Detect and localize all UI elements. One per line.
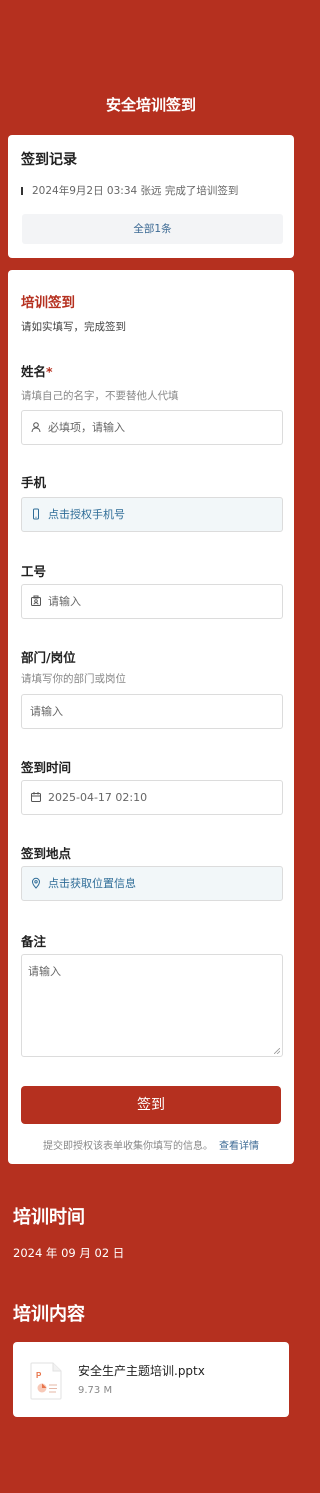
resize-handle-icon[interactable] [274, 1048, 280, 1054]
calendar-icon [31, 792, 41, 802]
page-title: 安全培训签到 [105, 96, 196, 114]
remark-label: 备注 [21, 934, 47, 949]
record-item: 2024年9月2日 03:34 张远 完成了培训签到 [21, 183, 238, 198]
employee-id-placeholder: 请输入 [48, 595, 81, 608]
name-hint: 请填自己的名字，不要替他人代填 [21, 390, 179, 402]
location-pin-icon [31, 877, 41, 889]
location-action-text: 点击获取位置信息 [48, 877, 136, 890]
view-all-records-button[interactable]: 全部1条 [22, 214, 283, 244]
training-time-heading: 培训时间 [13, 1207, 85, 1228]
phone-label: 手机 [21, 475, 47, 490]
training-content-heading: 培训内容 [13, 1304, 85, 1325]
training-time-value: 2024 年 09 月 02 日 [13, 1246, 125, 1260]
authorize-phone-button[interactable]: 点击授权手机号 [21, 497, 283, 532]
file-size: 9.73 M [78, 1385, 113, 1396]
name-label: 姓名* [21, 361, 53, 380]
file-name: 安全生产主题培训.pptx [78, 1364, 205, 1378]
pptx-file-icon: P [30, 1362, 62, 1400]
checkin-time-value: 2025-04-17 02:10 [48, 791, 148, 804]
checkin-time-label: 签到时间 [21, 760, 72, 775]
form-title: 培训签到 [21, 295, 75, 311]
department-input[interactable]: 请输入 [21, 694, 283, 729]
employee-id-input[interactable]: 请输入 [21, 584, 283, 619]
name-input[interactable]: 必填项，请输入 [21, 410, 283, 445]
id-card-icon [31, 595, 41, 606]
record-text: 2024年9月2日 03:34 张远 完成了培训签到 [32, 185, 239, 197]
phone-action-text: 点击授权手机号 [48, 508, 125, 521]
department-hint: 请填写你的部门或岗位 [21, 673, 126, 685]
file-item[interactable]: P 安全生产主题培训.pptx 9.73 M [13, 1342, 289, 1417]
records-title: 签到记录 [21, 152, 77, 168]
privacy-notice: 提交即授权该表单收集你填写的信息。 查看详情 [8, 1137, 294, 1152]
user-icon [31, 422, 41, 433]
checkin-records-card: 签到记录 2024年9月2日 03:34 张远 完成了培训签到 全部1条 [8, 135, 294, 258]
required-mark: * [46, 364, 53, 379]
submit-checkin-button[interactable]: 签到 [21, 1086, 281, 1124]
svg-text:P: P [36, 1371, 42, 1380]
bullet-icon [21, 187, 23, 195]
remark-placeholder: 请输入 [28, 965, 61, 978]
checkin-form-card: 培训签到 请如实填写，完成签到 姓名* 请填自己的名字，不要替他人代填 必填项，… [8, 270, 294, 1164]
phone-icon [33, 508, 39, 520]
privacy-text: 提交即授权该表单收集你填写的信息。 [43, 1141, 213, 1152]
location-label: 签到地点 [21, 846, 72, 861]
name-placeholder: 必填项，请输入 [48, 421, 125, 434]
view-details-link[interactable]: 查看详情 [219, 1141, 259, 1152]
name-label-text: 姓名 [21, 364, 47, 379]
checkin-time-picker[interactable]: 2025-04-17 02:10 [21, 780, 283, 815]
employee-id-label: 工号 [21, 564, 47, 579]
department-label: 部门/岗位 [21, 650, 76, 665]
get-location-button[interactable]: 点击获取位置信息 [21, 866, 283, 901]
form-description: 请如实填写，完成签到 [21, 321, 126, 333]
remark-textarea[interactable]: 请输入 [21, 954, 283, 1057]
